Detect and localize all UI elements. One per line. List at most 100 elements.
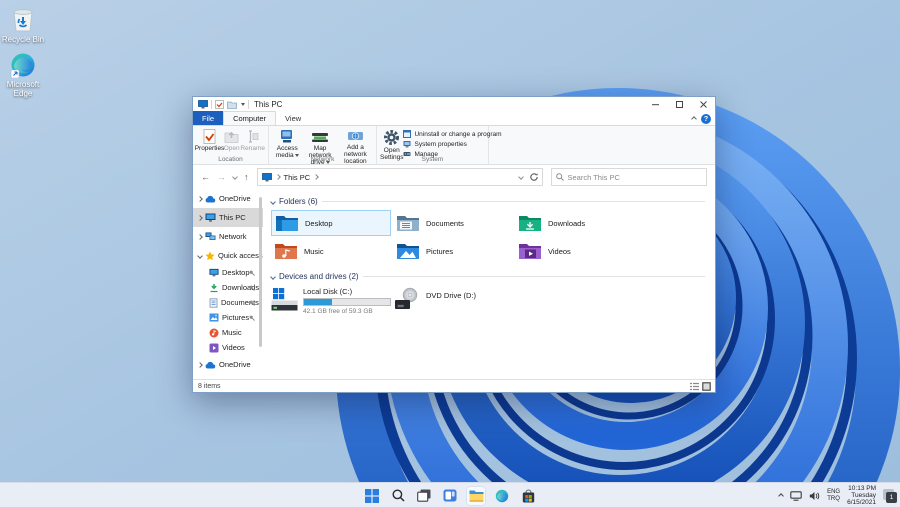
crumb-chevron-icon[interactable] <box>274 174 281 180</box>
open-icon <box>224 131 239 143</box>
pin-icon <box>249 285 255 291</box>
access-media-button[interactable]: Access media <box>272 128 302 159</box>
folder-tile-videos[interactable]: Videos <box>515 238 635 264</box>
drive-tile-dvd[interactable]: DVD DVD Drive (D:) <box>393 287 476 311</box>
sidebar-item-this-pc[interactable]: This PC <box>193 208 263 227</box>
address-dropdown-icon[interactable] <box>517 174 524 180</box>
pin-icon <box>249 300 255 306</box>
pin-icon <box>249 270 255 276</box>
properties-quick-icon[interactable] <box>215 100 224 109</box>
desktop-icon-label: Recycle Bin <box>1 35 45 44</box>
folder-tile-documents[interactable]: Documents <box>393 210 513 236</box>
uninstall-program-button[interactable]: Uninstall or change a program <box>403 130 502 138</box>
new-folder-quick-icon[interactable] <box>227 101 237 109</box>
language-indicator[interactable]: ENG TRQ <box>827 489 840 502</box>
desktop-icon-edge[interactable]: Microsoft Edge <box>0 52 46 98</box>
rename-button[interactable]: Rename <box>240 128 265 152</box>
local-disk-icon <box>271 288 298 311</box>
expand-chevron-icon[interactable] <box>197 214 203 221</box>
task-view-button[interactable] <box>414 486 434 506</box>
sidebar-item-onedrive-2[interactable]: OneDrive <box>193 355 263 374</box>
system-properties-button[interactable]: System properties <box>403 140 501 148</box>
minimize-button[interactable] <box>643 97 667 112</box>
open-button[interactable]: Open <box>223 128 240 152</box>
edge-icon <box>10 53 35 78</box>
sidebar-item-onedrive[interactable]: OneDrive <box>193 189 263 208</box>
network-icon[interactable] <box>790 490 802 501</box>
desktop: Recycle Bin Microsoft Edge This PC File … <box>0 0 900 507</box>
drives-group-header[interactable]: Devices and drives (2) <box>270 272 715 281</box>
breadcrumb-this-pc[interactable]: This PC <box>284 173 311 182</box>
edge-button[interactable] <box>492 486 512 506</box>
rename-icon <box>249 130 259 143</box>
store-button[interactable] <box>518 486 538 506</box>
back-button[interactable]: ← <box>201 172 210 182</box>
desktop-icon-recycle-bin[interactable]: Recycle Bin <box>0 5 46 44</box>
svg-text:DVD: DVD <box>398 304 404 308</box>
notification-center-button[interactable]: 1 <box>883 488 898 503</box>
collapse-chevron-icon[interactable] <box>270 198 276 205</box>
system-items: Uninstall or change a program System pro… <box>403 128 502 158</box>
microsoft-store-icon <box>522 488 534 502</box>
ribbon-group-location: Properties Open Rename Location <box>193 126 269 164</box>
expand-chevron-icon[interactable] <box>197 195 203 202</box>
up-button[interactable]: ↑ <box>244 172 249 182</box>
sidebar-item-music[interactable]: Music <box>193 325 263 340</box>
pictures-icon <box>209 313 219 322</box>
file-explorer-button[interactable] <box>466 485 486 506</box>
folder-tile-downloads[interactable]: Downloads <box>515 210 635 236</box>
group-label-system: System <box>421 156 444 163</box>
address-bar: ← → ↑ This PC <box>193 165 715 189</box>
minimize-ribbon-icon[interactable] <box>691 116 697 122</box>
qat-customize-dropdown-icon[interactable] <box>241 103 245 106</box>
breadcrumb[interactable]: This PC <box>256 168 543 186</box>
folders-group-header[interactable]: Folders (6) <box>270 197 715 206</box>
pin-icon <box>249 315 255 321</box>
start-button[interactable] <box>362 486 382 506</box>
search-button[interactable] <box>388 486 408 506</box>
widgets-button[interactable] <box>440 486 460 506</box>
crumb-chevron-icon[interactable] <box>313 174 320 180</box>
details-view-button[interactable] <box>690 382 699 391</box>
properties-button[interactable]: Properties <box>195 128 224 152</box>
sidebar-scrollbar[interactable] <box>259 197 262 347</box>
volume-icon[interactable] <box>809 491 820 501</box>
expand-chevron-icon[interactable] <box>197 361 203 368</box>
tab-file[interactable]: File <box>193 111 224 125</box>
collapse-chevron-icon[interactable] <box>270 273 276 280</box>
drive-tile-local-disk[interactable]: Local Disk (C:) 42.1 GB free of 59.3 GB <box>271 287 391 315</box>
folder-tile-pictures[interactable]: Pictures <box>393 238 513 264</box>
sidebar-item-downloads[interactable]: Downloads <box>193 280 263 295</box>
folder-tile-music[interactable]: Music <box>271 238 391 264</box>
clock[interactable]: 10:13 PM Tuesday 6/15/2021 <box>847 485 876 506</box>
search-box[interactable] <box>550 168 707 186</box>
large-icons-view-button[interactable] <box>702 381 711 391</box>
widgets-icon <box>443 489 457 502</box>
sidebar-item-network[interactable]: Network <box>193 227 263 246</box>
tab-computer[interactable]: Computer <box>223 111 277 125</box>
recent-locations-dropdown-icon[interactable] <box>232 174 238 180</box>
folder-tile-desktop[interactable]: Desktop <box>271 210 391 236</box>
tray-overflow-icon[interactable] <box>778 492 784 499</box>
help-icon[interactable]: ? <box>701 114 711 124</box>
title-bar[interactable]: This PC <box>193 97 715 112</box>
settings-gear-icon <box>384 130 400 145</box>
sidebar-item-quick-access[interactable]: Quick access <box>193 246 263 265</box>
search-input[interactable] <box>567 172 688 182</box>
videos-icon <box>209 343 219 352</box>
forward-button[interactable]: → <box>217 172 226 182</box>
time: 10:13 PM <box>848 485 876 492</box>
tab-view[interactable]: View <box>276 111 310 125</box>
collapse-chevron-icon[interactable] <box>197 252 203 259</box>
documents-icon <box>209 297 218 308</box>
maximize-button[interactable] <box>667 97 691 112</box>
sidebar-item-desktop[interactable]: Desktop <box>193 265 263 280</box>
expand-chevron-icon[interactable] <box>197 233 203 240</box>
sidebar-item-pictures[interactable]: Pictures <box>193 310 263 325</box>
refresh-icon[interactable] <box>529 172 539 182</box>
sidebar-item-videos[interactable]: Videos <box>193 340 263 355</box>
this-pc-breadcrumb-icon <box>261 172 272 181</box>
navigation-pane: OneDrive This PC Network Quick access De… <box>193 189 263 379</box>
sidebar-item-documents[interactable]: Documents <box>193 295 263 310</box>
close-button[interactable] <box>691 97 715 112</box>
